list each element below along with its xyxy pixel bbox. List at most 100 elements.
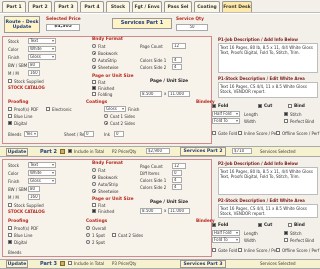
electronic-checkbox[interactable] xyxy=(46,107,50,111)
page-count-input-2[interactable]: 12 xyxy=(172,163,186,169)
finish-select[interactable]: Gloss xyxy=(28,54,56,60)
blue-line-checkbox[interactable] xyxy=(8,114,12,118)
perfect-bind-checkbox[interactable] xyxy=(284,119,288,123)
flat-radio-2[interactable] xyxy=(92,168,96,172)
services-selected-label-3: Services Selected xyxy=(260,261,296,266)
sheet-reg-input[interactable]: 0 xyxy=(84,131,94,137)
stitch-checkbox-2[interactable] xyxy=(284,231,288,235)
lock-icon-3[interactable] xyxy=(60,261,65,266)
services-part-3-button[interactable]: Services Part 3 xyxy=(180,260,226,268)
autofolding-radio-2[interactable] xyxy=(92,182,96,186)
perfect-bind-checkbox-2[interactable] xyxy=(284,238,288,242)
fold-to-select[interactable]: Fold To xyxy=(212,118,240,124)
sheetwise-radio[interactable] xyxy=(92,65,96,69)
ink-label: Ink xyxy=(104,132,111,137)
route-desk-update-button[interactable]: Route - Desk Update xyxy=(4,16,40,33)
cut-checkbox[interactable] xyxy=(258,104,262,108)
page-count-label: Page Count xyxy=(140,44,163,49)
stock-select[interactable]: Text xyxy=(28,38,56,44)
bind-checkbox-2[interactable] xyxy=(288,223,292,227)
stitch-checkbox[interactable] xyxy=(284,112,288,116)
coat-2-sides-radio[interactable] xyxy=(104,121,108,125)
fold-type-select[interactable]: Half Fold xyxy=(212,111,240,117)
p1-job-description-text[interactable]: Text 16 Pages, 80 lb, 8.5 x 11, 4/4 Whit… xyxy=(218,43,318,73)
colors-side1-input-2[interactable]: 4 xyxy=(172,177,182,183)
mm-input-2[interactable]: 160 xyxy=(28,194,40,200)
finished-checkbox[interactable] xyxy=(92,86,96,90)
colors-side2-input-2[interactable]: 4 xyxy=(172,184,182,190)
lock-icon[interactable] xyxy=(60,149,65,154)
mm-input[interactable]: 160 xyxy=(28,70,40,76)
spot1-label-2: 1 Spot xyxy=(92,233,105,238)
include-total-3-checkbox[interactable] xyxy=(68,261,72,265)
stock-supplied-checkbox[interactable] xyxy=(8,79,12,83)
page-width-input[interactable]: 8.500 xyxy=(140,91,162,97)
fold-to-select-2[interactable]: Fold To xyxy=(212,237,240,243)
digital-checkbox-2[interactable] xyxy=(8,240,12,244)
proof-pdf-checkbox[interactable] xyxy=(8,107,12,111)
colors-side1-input[interactable]: 4 xyxy=(172,57,182,63)
bookwork-radio[interactable] xyxy=(92,51,96,55)
stock-catalog-link-2[interactable]: STOCK CATALOG xyxy=(8,209,45,214)
color-select-2[interactable]: White xyxy=(28,170,56,176)
proof-pdf-checkbox-2[interactable] xyxy=(8,226,12,230)
update-part-3-button[interactable]: Update xyxy=(6,260,28,268)
digital-checkbox[interactable] xyxy=(8,121,12,125)
stock-catalog-link[interactable]: STOCK CATALOG xyxy=(8,85,45,90)
colors-side2-input[interactable]: 4 xyxy=(172,64,182,70)
flat-size-checkbox[interactable] xyxy=(92,80,96,84)
coating-type-select[interactable]: Gloss xyxy=(104,106,126,112)
gate-fold-checkbox[interactable] xyxy=(212,131,216,135)
bleeds-select[interactable]: Yes xyxy=(24,131,38,137)
update-part-2-button[interactable]: Update xyxy=(6,148,28,156)
inline-score-checkbox-2[interactable] xyxy=(238,248,242,252)
spot2-radio-2[interactable] xyxy=(86,240,90,244)
coat-1-side-radio[interactable] xyxy=(104,114,108,118)
stock-supplied-checkbox-2[interactable] xyxy=(8,203,12,207)
cut-checkbox-2[interactable] xyxy=(258,223,262,227)
coat-2-sides-checkbox-2[interactable] xyxy=(112,233,116,237)
fold-type-select-2[interactable]: Half Fold xyxy=(212,230,240,236)
finish-select-2[interactable]: Gloss xyxy=(28,178,56,184)
service-qty-input[interactable]: 50 xyxy=(176,24,208,31)
diff-items-input-2[interactable]: 0 xyxy=(172,170,182,176)
autofolding-radio[interactable] xyxy=(92,58,96,62)
include-total-2-checkbox[interactable] xyxy=(68,149,72,153)
p2-stock-description-text[interactable]: Text 16 Pages, CS 4/4, 11 x 8.5 White Gl… xyxy=(218,204,318,218)
folding-checkbox[interactable] xyxy=(92,92,96,96)
flat-radio[interactable] xyxy=(92,44,96,48)
page-width-input-2[interactable]: 8.500 xyxy=(140,208,162,214)
bw-input-2[interactable]: 80 xyxy=(28,186,40,192)
gate-fold-label-2: Gate Fold xyxy=(218,248,238,253)
p2-job-description-text[interactable]: Text 16 Pages, 80 lb, 8.5 x 11, 4/4 Whit… xyxy=(218,167,318,195)
bind-checkbox[interactable] xyxy=(288,104,292,108)
fold-checkbox-2[interactable] xyxy=(212,223,216,227)
bookwork-radio-2[interactable] xyxy=(92,175,96,179)
inline-score-label: Inline Score / Perf xyxy=(244,131,280,136)
offline-score-checkbox[interactable] xyxy=(276,131,280,135)
sheetwise-radio-2[interactable] xyxy=(92,189,96,193)
spot1-radio-2[interactable] xyxy=(86,233,90,237)
p1-stock-description-text[interactable]: Text 16 Pages, CS 4/4, 11 x 8.5 White Gl… xyxy=(218,82,318,98)
services-part-2-button[interactable]: Services Part 2 xyxy=(180,147,226,156)
bw-input[interactable]: 80 xyxy=(28,62,40,68)
service-qty-label: Service Qty xyxy=(176,17,204,22)
page-height-input[interactable]: 11.000 xyxy=(168,91,190,97)
color-select[interactable]: White xyxy=(28,46,56,52)
overall-radio-2[interactable] xyxy=(86,226,90,230)
gate-fold-checkbox-2[interactable] xyxy=(212,248,216,252)
ink-input[interactable]: 0 xyxy=(114,131,124,137)
finish-label: Finish xyxy=(8,55,20,60)
offline-score-checkbox-2[interactable] xyxy=(276,248,280,252)
page-count-input[interactable]: 12 xyxy=(172,43,186,49)
page-height-input-2[interactable]: 11.000 xyxy=(168,208,190,214)
flat-size-checkbox-2[interactable] xyxy=(92,203,96,207)
inline-score-checkbox[interactable] xyxy=(238,131,242,135)
finished-checkbox-2[interactable] xyxy=(92,209,96,213)
stock-select-2[interactable]: Text xyxy=(28,162,56,168)
blue-line-checkbox-2[interactable] xyxy=(8,233,12,237)
fold-checkbox[interactable] xyxy=(212,104,216,108)
page-unit-size-label-2: Page / Unit Size xyxy=(150,200,189,205)
proofing-title-2: Proofing xyxy=(8,219,29,224)
services-part-1-button[interactable]: Services Part 1 xyxy=(112,18,172,29)
